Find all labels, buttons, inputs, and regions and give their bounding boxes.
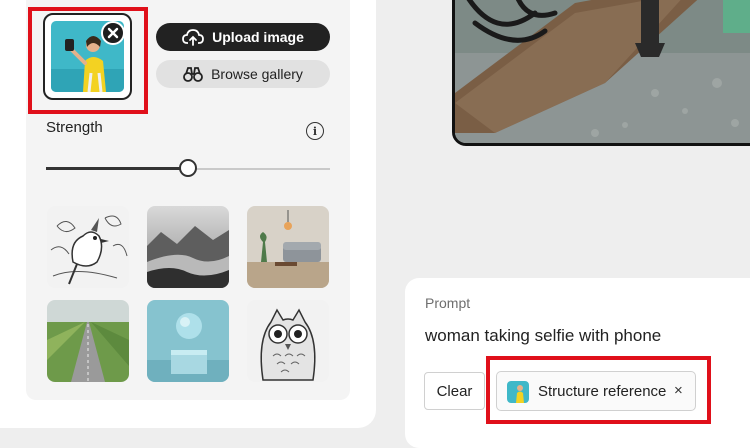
gallery-tile-sphere-pedestal[interactable]: [147, 300, 229, 382]
clear-button[interactable]: Clear: [424, 372, 485, 410]
cloud-upload-icon: [182, 29, 204, 46]
info-icon[interactable]: i: [306, 122, 324, 140]
prompt-input[interactable]: woman taking selfie with phone: [425, 326, 661, 346]
binoculars-icon: [183, 67, 203, 82]
gallery-tile-field-road[interactable]: [47, 300, 129, 382]
highlight-box-thumbnail: [28, 7, 148, 114]
gallery-tile-living-room[interactable]: [247, 206, 329, 288]
browse-gallery-button[interactable]: Browse gallery: [156, 60, 330, 88]
strength-slider-fill: [46, 167, 188, 170]
gallery-tile-bird-sketch[interactable]: [47, 206, 129, 288]
gallery-tile-owl-sketch[interactable]: [247, 300, 329, 382]
browse-gallery-label: Browse gallery: [211, 66, 303, 82]
highlight-box-chip: [486, 356, 711, 424]
strength-label: Strength: [46, 119, 103, 136]
gallery-tile-mountain-lake[interactable]: [147, 206, 229, 288]
generated-image-preview[interactable]: [452, 0, 750, 146]
strength-slider-thumb[interactable]: [179, 159, 197, 177]
prompt-label: Prompt: [425, 295, 471, 311]
upload-image-button[interactable]: Upload image: [156, 23, 330, 51]
upload-image-label: Upload image: [212, 29, 304, 45]
